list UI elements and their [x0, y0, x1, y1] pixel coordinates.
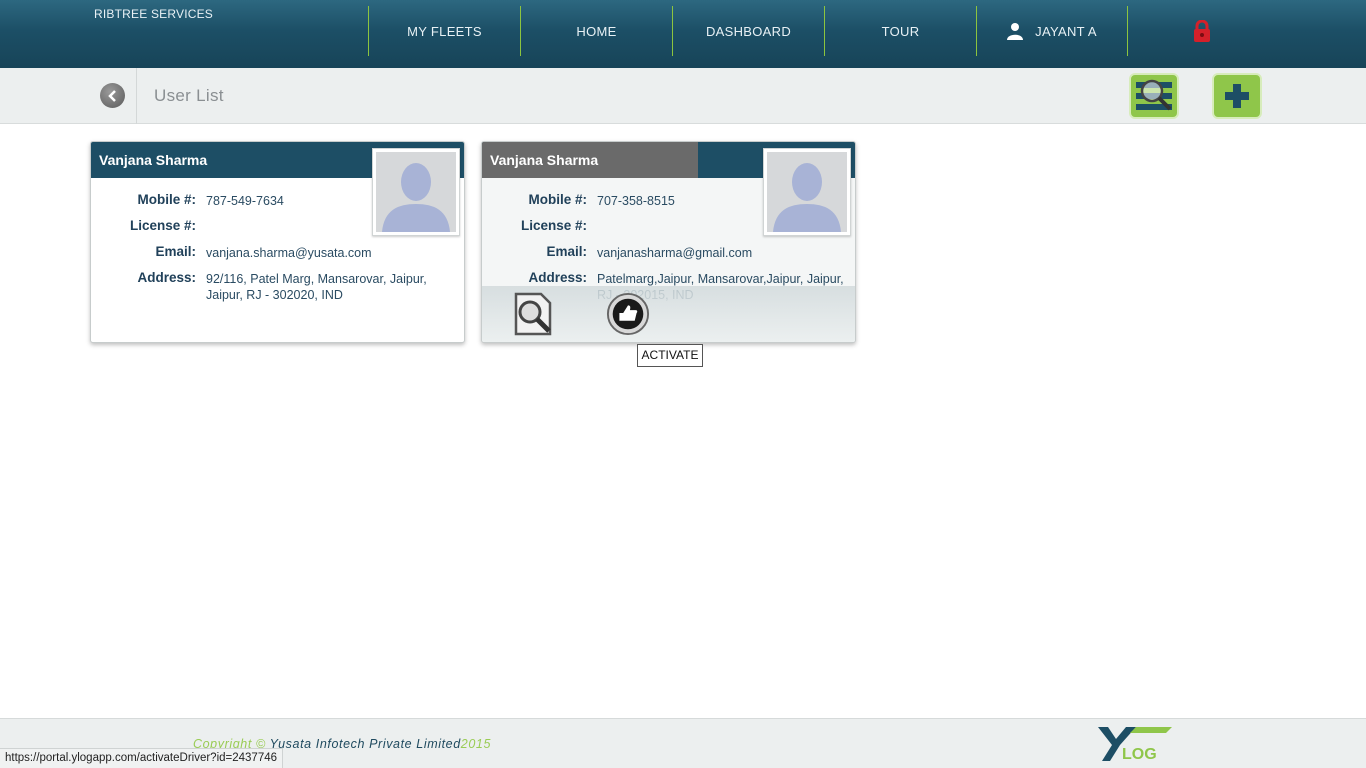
email-label: Email:	[155, 244, 196, 259]
status-bar-url: https://portal.ylogapp.com/activateDrive…	[0, 748, 284, 768]
search-list-button[interactable]	[1129, 73, 1179, 119]
company-logo: LOG	[1096, 725, 1176, 767]
document-search-icon	[514, 292, 552, 336]
email-label: Email:	[546, 244, 587, 259]
main-nav: MY FLEETS HOME DASHBOARD TOUR JAYANT A	[368, 6, 1128, 56]
nav-label: TOUR	[881, 23, 920, 39]
page-title: User List	[154, 86, 224, 105]
address-label: Address:	[137, 270, 196, 285]
address-label: Address:	[528, 270, 587, 285]
mobile-value: 787-549-7634	[206, 194, 284, 208]
license-label: License #:	[520, 218, 587, 233]
copyright-year: 2015	[460, 737, 492, 751]
search-list-icon	[1136, 79, 1172, 111]
nav-label: HOME	[576, 23, 617, 39]
user-details: Mobile #: 707-358-8515 License #: Email: v…	[482, 192, 855, 302]
nav-label: DASHBOARD	[705, 23, 792, 39]
user-details: Mobile #: 787-549-7634 License #: Email: v…	[91, 192, 464, 302]
nav-dashboard[interactable]: DASHBOARD	[672, 6, 824, 56]
user-icon	[1007, 22, 1024, 40]
nav-home[interactable]: HOME	[520, 6, 672, 56]
user-name: Vanjana Sharma	[99, 152, 208, 168]
lock-icon[interactable]	[1192, 19, 1212, 42]
activate-button[interactable]	[606, 292, 650, 336]
thumbs-up-icon	[606, 292, 650, 336]
user-card[interactable]: Vanjana Sharma Mobile #: 707-358-8515 Lic…	[481, 141, 856, 343]
divider	[136, 68, 137, 124]
logo-text: LOG	[1122, 746, 1157, 763]
nav-label: MY FLEETS	[407, 23, 482, 39]
user-card[interactable]: Vanjana Sharma Mobile #: 787-549-7634 Lic…	[90, 141, 465, 343]
address-value: 92/116, Patel Marg, Mansarovar, Jaipur, …	[206, 272, 427, 302]
user-name: JAYANT A	[1035, 23, 1097, 39]
company-name: Yusata Infotech Private Limited	[269, 737, 461, 751]
add-user-button[interactable]	[1212, 73, 1262, 119]
page-toolbar: User List	[0, 68, 1366, 124]
email-value: vanjana.sharma@yusata.com	[206, 246, 372, 260]
view-details-button[interactable]	[512, 292, 556, 336]
card-action-bar	[482, 286, 855, 342]
nav-user-profile[interactable]: JAYANT A	[976, 6, 1128, 56]
license-label: License #:	[129, 218, 196, 233]
activate-tooltip: ACTIVATE	[637, 344, 703, 367]
back-button[interactable]	[100, 83, 125, 108]
nav-my-fleets[interactable]: MY FLEETS	[368, 6, 520, 56]
mobile-value: 707-358-8515	[597, 194, 675, 208]
email-value: vanjanasharma@gmail.com	[597, 246, 753, 260]
brand-name: RIBTREE SERVICES	[94, 7, 214, 21]
chevron-left-icon	[107, 89, 116, 102]
top-navbar: RIBTREE SERVICES MY FLEETS HOME DASHBOAR…	[0, 0, 1366, 68]
plus-icon	[1225, 84, 1249, 108]
mobile-label: Mobile #:	[137, 192, 196, 207]
user-name: Vanjana Sharma	[482, 142, 698, 178]
mobile-label: Mobile #:	[528, 192, 587, 207]
nav-tour[interactable]: TOUR	[824, 6, 976, 56]
ylog-logo-icon: LOG	[1098, 727, 1172, 763]
